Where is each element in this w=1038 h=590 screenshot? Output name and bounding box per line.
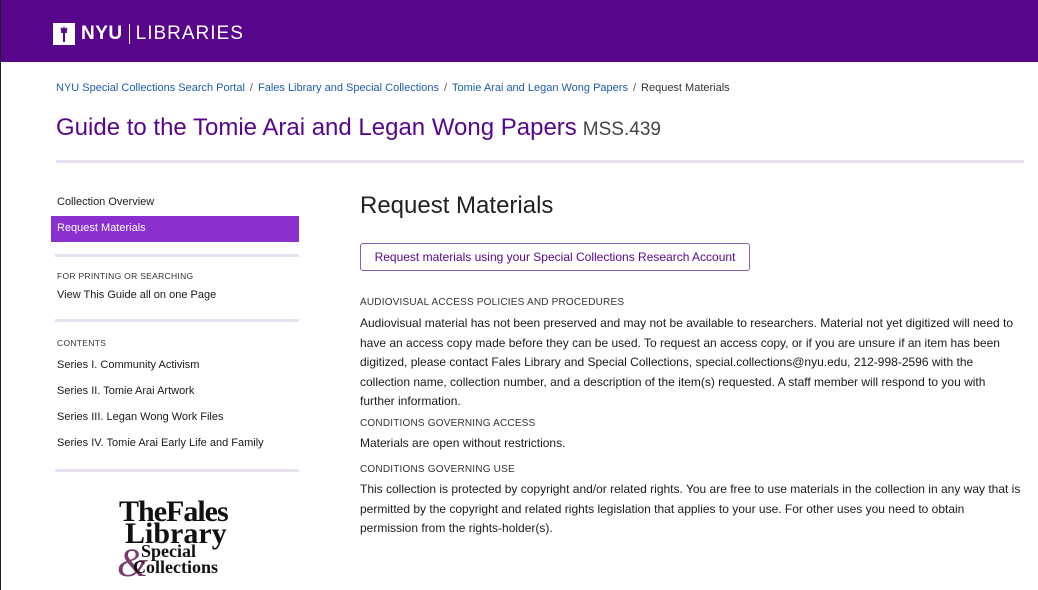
brand-divider	[128, 24, 130, 44]
sidebar-item-series-2[interactable]: Series II. Tomie Arai Artwork	[51, 379, 299, 405]
brand-nyu-text: NYU	[81, 23, 123, 44]
sidebar-heading-printing: FOR PRINTING OR SEARCHING	[57, 271, 194, 281]
section-body-audiovisual: Audiovisual material has not been preser…	[360, 316, 1014, 408]
sidebar-item-request-materials[interactable]: Request Materials	[51, 216, 299, 242]
request-materials-button[interactable]: Request materials using your Special Col…	[360, 243, 750, 271]
sidebar-divider	[55, 254, 299, 257]
sidebar-item-view-all[interactable]: View This Guide all on one Page	[51, 283, 299, 309]
breadcrumb-link-fales[interactable]: Fales Library and Special Collections	[258, 82, 439, 94]
section-heading-access: CONDITIONS GOVERNING ACCESS	[360, 418, 536, 429]
sidebar-item-series-3[interactable]: Series III. Legan Wong Work Files	[51, 405, 299, 431]
sidebar-item-series-4[interactable]: Series IV. Tomie Arai Early Life and Fam…	[51, 431, 299, 457]
fales-library-logo: TheFales Library & Special Collections	[113, 495, 243, 585]
breadcrumb: NYU Special Collections Search Portal / Fa…	[56, 82, 730, 94]
sidebar-item-collection-overview[interactable]: Collection Overview	[51, 190, 299, 216]
sidebar-divider	[55, 469, 299, 472]
breadcrumb-link-collection[interactable]: Tomie Arai and Legan Wong Papers	[452, 82, 628, 94]
section-heading-use: CONDITIONS GOVERNING USE	[360, 464, 515, 475]
breadcrumb-separator: /	[443, 82, 448, 94]
breadcrumb-separator: /	[632, 82, 637, 94]
brand-libraries-text: LIBRARIES	[135, 23, 244, 44]
section-body-use: This collection is protected by copyrigh…	[360, 482, 1021, 535]
breadcrumb-link-portal[interactable]: NYU Special Collections Search Portal	[56, 82, 245, 94]
logo-text-line4: Collections	[133, 557, 218, 577]
breadcrumb-current: Request Materials	[641, 82, 730, 94]
breadcrumb-separator: /	[249, 82, 253, 94]
title-divider	[56, 160, 1024, 163]
nyu-torch-icon	[53, 23, 75, 45]
section-body-access: Materials are open without restrictions.	[360, 436, 566, 450]
content-heading: Request Materials	[360, 192, 554, 219]
page-title: Guide to the Tomie Arai and Legan Wong P…	[56, 114, 661, 142]
collection-id: MSS.439	[582, 119, 661, 140]
main-content: Request Materials Request materials usin…	[360, 190, 1024, 535]
nyu-libraries-logo[interactable]: NYU LIBRARIES	[53, 23, 244, 45]
sidebar: Collection Overview Request Materials FO…	[51, 190, 299, 472]
sidebar-item-series-1[interactable]: Series I. Community Activism	[51, 353, 299, 379]
page: NYU LIBRARIES NYU Special Collections Se…	[0, 0, 1038, 590]
site-header: NYU LIBRARIES	[1, 0, 1038, 62]
section-heading-audiovisual: AUDIOVISUAL ACCESS POLICIES AND PROCEDUR…	[360, 297, 625, 308]
sidebar-heading-contents: CONTENTS	[57, 338, 107, 348]
page-title-text: Guide to the Tomie Arai and Legan Wong P…	[56, 114, 577, 141]
sidebar-divider	[55, 319, 299, 322]
